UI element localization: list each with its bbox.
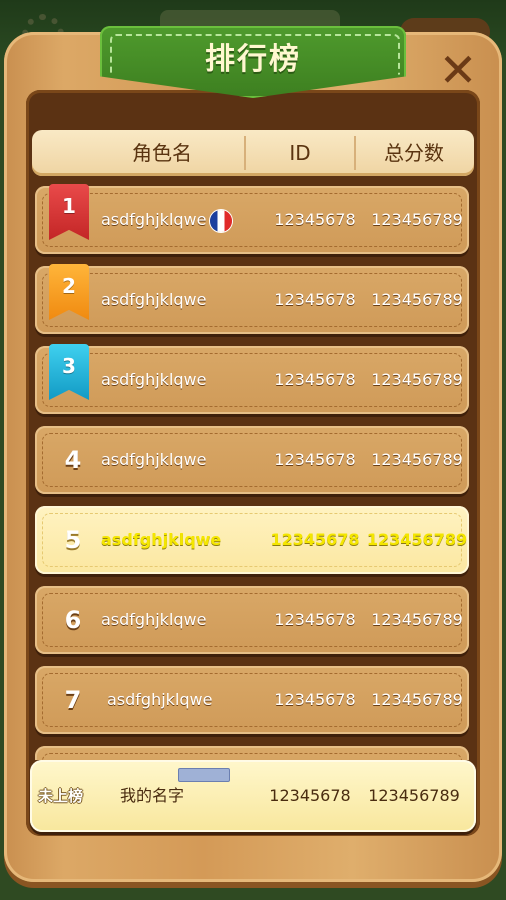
- player-name: asdfghjklqwe: [107, 690, 213, 709]
- table-row[interactable]: 7 asdfghjklqwe 12345678 123456789: [35, 666, 469, 734]
- player-score: 123456789: [366, 530, 468, 549]
- table-row[interactable]: 2 asdfghjklqwe 12345678 123456789: [35, 264, 469, 334]
- header-name: 角色名: [132, 141, 192, 165]
- france-flag-icon: [210, 209, 233, 232]
- rank-number: 5: [64, 526, 82, 554]
- player-id: 12345678: [274, 450, 356, 469]
- close-button[interactable]: ✕: [436, 43, 480, 97]
- player-score: 123456789: [371, 450, 463, 469]
- rank-number: 6: [64, 606, 82, 634]
- rank-number: 7: [64, 686, 82, 714]
- player-score: 123456789: [371, 610, 463, 629]
- my-score: 123456789: [368, 786, 460, 805]
- table-row[interactable]: [35, 746, 469, 760]
- header-id: ID: [289, 141, 311, 165]
- player-id: 12345678: [274, 210, 356, 229]
- player-name: asdfghjklqwe: [101, 290, 207, 309]
- rank-ribbon-icon: 1: [49, 184, 89, 240]
- player-name: asdfghjklqwe: [101, 450, 207, 469]
- player-id: 12345678: [274, 690, 356, 709]
- table-header: 角色名 ID 总分数: [32, 130, 474, 176]
- close-icon: ✕: [438, 43, 478, 97]
- rank-number: 4: [64, 446, 82, 474]
- player-score: 123456789: [371, 290, 463, 309]
- player-name: asdfghjklqwe: [101, 530, 222, 549]
- leaderboard-list[interactable]: 1 asdfghjklqwe 12345678 123456789 2 asdf…: [32, 180, 474, 760]
- player-id: 12345678: [270, 530, 360, 549]
- player-name: asdfghjklqwe: [101, 186, 233, 254]
- player-id: 12345678: [274, 290, 356, 309]
- my-rank-row: 未上榜 我的名字 12345678 123456789: [30, 760, 476, 832]
- my-id: 12345678: [269, 786, 351, 805]
- table-row[interactable]: 3 asdfghjklqwe 12345678 123456789: [35, 344, 469, 414]
- header-score: 总分数: [384, 141, 444, 165]
- player-name: asdfghjklqwe: [101, 370, 207, 389]
- table-row[interactable]: 1 asdfghjklqwe 12345678 123456789: [35, 184, 469, 254]
- player-id: 12345678: [274, 370, 356, 389]
- my-tag-badge: [178, 768, 230, 782]
- my-rank: 未上榜: [38, 787, 84, 805]
- player-score: 123456789: [371, 690, 463, 709]
- table-row[interactable]: 6 asdfghjklqwe 12345678 123456789: [35, 586, 469, 654]
- player-score: 123456789: [371, 210, 463, 229]
- player-id: 12345678: [274, 610, 356, 629]
- player-score: 123456789: [371, 370, 463, 389]
- rank-ribbon-icon: 3: [49, 344, 89, 400]
- table-row[interactable]: 4 asdfghjklqwe 12345678 123456789: [35, 426, 469, 494]
- page-title: 排行榜: [205, 42, 301, 77]
- rank-ribbon-icon: 2: [49, 264, 89, 320]
- player-name: asdfghjklqwe: [101, 610, 207, 629]
- table-row-highlighted[interactable]: 5 asdfghjklqwe 12345678 123456789: [35, 506, 469, 574]
- my-name: 我的名字: [120, 786, 185, 805]
